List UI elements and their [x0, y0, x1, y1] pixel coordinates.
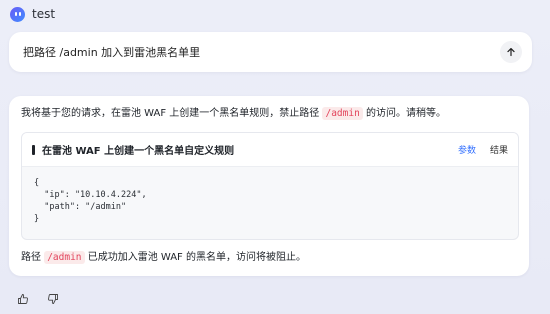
- user-prompt-bubble: 把路径 /admin 加入到雷池黑名单里: [9, 32, 532, 72]
- answer-result-text-end: 已成功加入雷池 WAF 的黑名单，访问将被阻止。: [84, 252, 306, 263]
- thumbs-up-icon: [18, 294, 28, 304]
- tool-marker: [32, 144, 35, 155]
- inline-code: /admin: [44, 251, 85, 264]
- feedback-bar: [16, 292, 60, 306]
- tab-result[interactable]: 结果: [490, 143, 508, 156]
- tab-params[interactable]: 参数: [458, 143, 476, 156]
- arrow-up-icon: [507, 48, 515, 57]
- answer-intro-text: 我将基于您的请求，在雷池 WAF 上创建一个黑名单规则，禁止路径: [21, 108, 323, 119]
- tool-params-code: { "ip": "10.10.4.224", "path": "/admin" …: [34, 178, 147, 224]
- app-header: test: [10, 6, 55, 22]
- app-title: test: [32, 7, 56, 21]
- tool-call-header: 在雷池 WAF 上创建一个黑名单自定义规则 参数 结果: [22, 133, 518, 167]
- assistant-answer-card: 我将基于您的请求，在雷池 WAF 上创建一个黑名单规则，禁止路径 /admin …: [9, 96, 529, 276]
- answer-result-text: 路径: [21, 252, 45, 263]
- like-button[interactable]: [16, 292, 30, 306]
- inline-code: /admin: [322, 107, 363, 120]
- user-prompt-text: 把路径 /admin 加入到雷池黑名单里: [23, 46, 201, 59]
- send-button[interactable]: [500, 41, 522, 63]
- answer-intro: 我将基于您的请求，在雷池 WAF 上创建一个黑名单规则，禁止路径 /admin …: [21, 106, 517, 122]
- dislike-button[interactable]: [46, 292, 60, 306]
- thumbs-down-icon: [48, 294, 58, 304]
- tool-call-panel: 在雷池 WAF 上创建一个黑名单自定义规则 参数 结果 { "ip": "10.…: [21, 132, 519, 240]
- answer-result: 路径 /admin 已成功加入雷池 WAF 的黑名单，访问将被阻止。: [21, 250, 306, 266]
- app-logo-icon: [10, 6, 25, 22]
- tool-call-title: 在雷池 WAF 上创建一个黑名单自定义规则: [42, 146, 235, 157]
- answer-intro-text-end: 的访问。请稍等。: [362, 108, 446, 119]
